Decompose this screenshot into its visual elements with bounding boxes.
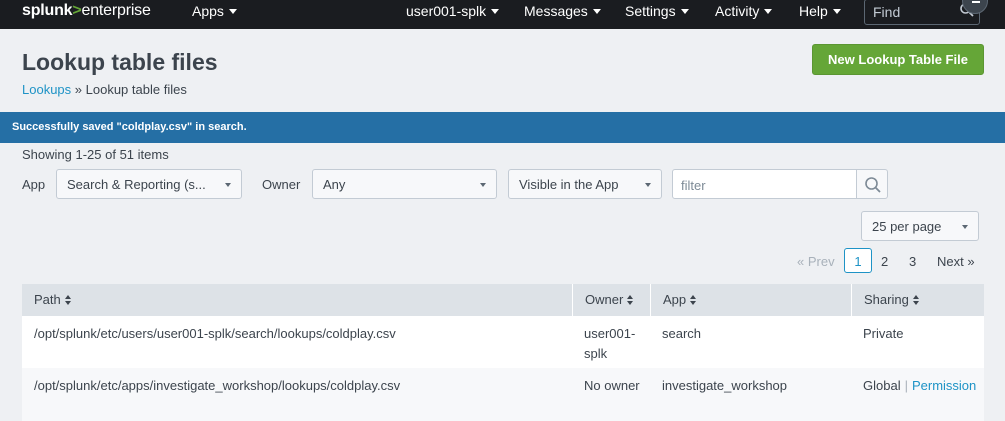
- logo-chevron: >: [72, 2, 82, 19]
- caret-down-icon: [764, 9, 773, 14]
- page-title: Lookup table files: [22, 49, 218, 75]
- per-page-value: 25 per page: [872, 219, 942, 234]
- row-sharing-cell: Global | Permission: [863, 376, 976, 396]
- filter-search-button[interactable]: [856, 169, 888, 199]
- caret-down-icon: [225, 183, 231, 187]
- column-header-label: App: [663, 292, 687, 307]
- nav-apps-menu[interactable]: Apps: [192, 3, 237, 19]
- column-header-path[interactable]: Path: [22, 284, 572, 316]
- nav-settings-menu[interactable]: Settings: [625, 3, 689, 19]
- new-lookup-table-file-button[interactable]: New Lookup Table File: [812, 44, 984, 75]
- nav-user-label: user001-splk: [406, 3, 487, 19]
- owner-filter-dropdown[interactable]: Any: [312, 169, 497, 199]
- owner-filter-value: Any: [323, 177, 346, 192]
- table-row: /opt/splunk/etc/apps/investigate_worksho…: [22, 368, 984, 421]
- page-3-link[interactable]: 3: [909, 254, 916, 269]
- column-header-label: Sharing: [864, 292, 909, 307]
- find-input[interactable]: [873, 3, 953, 21]
- nav-user-menu[interactable]: user001-splk: [406, 3, 500, 19]
- column-header-label: Owner: [585, 292, 624, 307]
- breadcrumb-current: Lookup table files: [85, 82, 187, 97]
- caret-down-icon: [491, 9, 500, 14]
- row-owner: user001-splk: [584, 326, 636, 361]
- logo-brand: splunk: [22, 2, 73, 19]
- breadcrumb-separator: »: [74, 82, 83, 97]
- next-page-link[interactable]: Next »: [937, 254, 975, 269]
- column-header-sharing[interactable]: Sharing: [851, 284, 984, 316]
- caret-down-icon: [680, 9, 689, 14]
- row-app: investigate_workshop: [662, 378, 788, 393]
- splunk-logo[interactable]: splunk>enterprise: [22, 2, 151, 20]
- nav-apps-label: Apps: [192, 3, 224, 19]
- nav-settings-label: Settings: [625, 3, 676, 19]
- per-page-dropdown[interactable]: 25 per page: [861, 211, 979, 241]
- visibility-filter-dropdown[interactable]: Visible in the App: [508, 169, 662, 199]
- nav-messages-menu[interactable]: Messages: [524, 3, 601, 19]
- logo-product: enterprise: [81, 2, 151, 19]
- caret-down-icon: [480, 183, 486, 187]
- column-header-label: Path: [34, 292, 61, 307]
- owner-filter-label: Owner: [262, 177, 301, 192]
- page-2-link[interactable]: 2: [881, 254, 888, 269]
- permission-link[interactable]: Permission: [912, 378, 976, 393]
- filter-input[interactable]: [681, 176, 846, 194]
- row-sharing: Global: [863, 378, 901, 393]
- row-owner: No owner: [584, 378, 640, 393]
- top-navbar: splunk>enterprise Apps user001-splk Mess…: [0, 0, 1005, 29]
- sort-icon: [64, 295, 71, 305]
- caret-down-icon: [645, 183, 651, 187]
- sharing-separator: |: [904, 378, 908, 393]
- breadcrumb: Lookups » Lookup table files: [22, 82, 187, 97]
- nav-activity-label: Activity: [715, 3, 760, 19]
- success-banner: Successfully saved "coldplay.csv" in sea…: [0, 112, 1005, 143]
- caret-down-icon: [962, 225, 968, 229]
- row-path-link[interactable]: /opt/splunk/etc/apps/investigate_worksho…: [34, 376, 400, 396]
- column-header-owner[interactable]: Owner: [572, 284, 650, 316]
- column-header-app[interactable]: App: [650, 284, 850, 316]
- nav-activity-menu[interactable]: Activity: [715, 3, 773, 19]
- visibility-filter-value: Visible in the App: [519, 177, 619, 192]
- caret-down-icon: [592, 9, 601, 14]
- app-filter-label: App: [22, 177, 46, 192]
- sort-icon: [690, 295, 697, 305]
- table-header: Path Owner App Sharing: [22, 284, 984, 316]
- page-1-link[interactable]: 1: [844, 248, 872, 273]
- app-filter-dropdown[interactable]: Search & Reporting (s...: [56, 169, 242, 199]
- item-count-text: Showing 1-25 of 51 items: [22, 147, 169, 162]
- app-filter-value: Search & Reporting (s...: [67, 177, 206, 192]
- row-sharing: Private: [863, 326, 904, 341]
- nav-help-label: Help: [799, 3, 828, 19]
- table-row: /opt/splunk/etc/users/user001-splk/searc…: [22, 316, 984, 368]
- prev-page-link[interactable]: « Prev: [797, 254, 835, 269]
- row-app: search: [662, 326, 702, 341]
- nav-messages-label: Messages: [524, 3, 588, 19]
- caret-down-icon: [228, 9, 237, 14]
- row-path-link[interactable]: /opt/splunk/etc/users/user001-splk/searc…: [34, 324, 396, 344]
- nav-help-menu[interactable]: Help: [799, 3, 841, 19]
- sort-icon: [627, 295, 634, 305]
- filter-field: [672, 169, 857, 199]
- sort-icon: [912, 295, 919, 305]
- search-icon: [865, 177, 881, 193]
- caret-down-icon: [832, 9, 841, 14]
- breadcrumb-lookups-link[interactable]: Lookups: [22, 82, 71, 97]
